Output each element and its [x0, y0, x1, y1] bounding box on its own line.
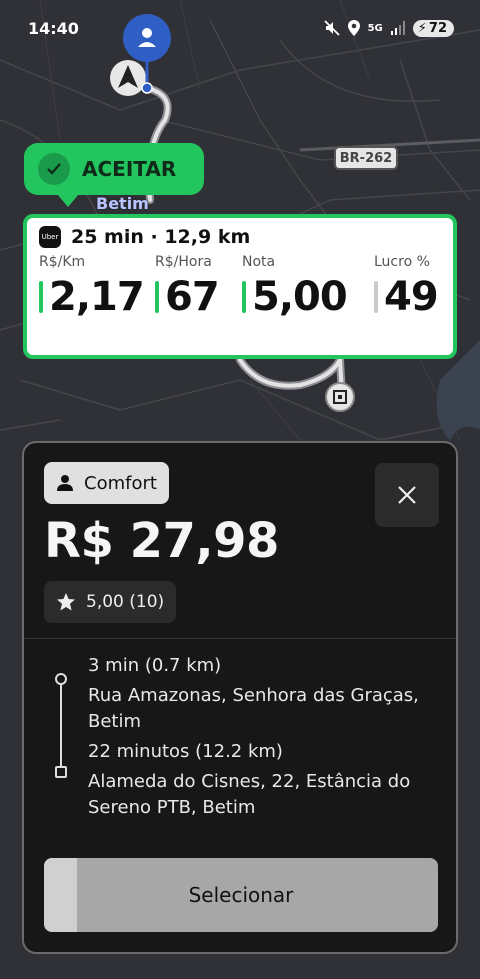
metric-rating: Nota 5,00 — [242, 254, 348, 320]
star-icon — [57, 593, 75, 611]
passenger-rating: 5,00 (10) — [44, 581, 177, 623]
rating-value: 5,00 (10) — [86, 592, 165, 612]
battery-indicator: ⚡ 72 — [412, 19, 454, 37]
destination-marker-icon — [325, 382, 355, 412]
status-time: 14:40 — [28, 18, 79, 38]
select-label: Selecionar — [188, 883, 294, 907]
category-label: Comfort — [84, 472, 157, 494]
uber-logo: Uber — [39, 226, 61, 248]
map-city-label: Betim — [96, 194, 149, 213]
network-type: 5G — [367, 22, 383, 34]
location-icon — [347, 20, 360, 36]
trip-eta: 22 minutos (12.2 km) — [88, 741, 283, 762]
charging-icon: ⚡ — [417, 20, 427, 36]
metric-profit: Lucro % 49 — [374, 254, 439, 320]
check-icon — [38, 153, 70, 185]
pickup-dot-icon — [55, 673, 67, 685]
pickup-address: Rua Amazonas, Senhora das Graças, Betim — [88, 685, 419, 732]
status-bar: 14:40 5G ⚡ 72 — [0, 0, 480, 56]
signal-icon — [390, 21, 405, 35]
ride-offer-sheet: Comfort R$ 27,98 5,00 (10) 3 min (0.7 km… — [22, 441, 458, 954]
metric-per-km: R$/Km 2,17 — [39, 254, 145, 320]
metric-label: R$/Km — [39, 254, 86, 270]
category-chip: Comfort — [44, 462, 169, 504]
divider — [24, 638, 456, 639]
select-countdown-progress — [44, 858, 78, 932]
metric-label: Lucro % — [374, 254, 430, 270]
metric-label: R$/Hora — [155, 254, 212, 270]
ride-summary-text: 25 min · 12,9 km — [71, 226, 251, 248]
route-line — [60, 678, 62, 774]
mute-icon — [323, 20, 340, 36]
close-icon — [398, 486, 416, 504]
metric-value: 49 — [384, 274, 439, 320]
metric-indicator — [39, 281, 43, 313]
pickup-eta: 3 min (0.7 km) — [88, 655, 222, 676]
dropoff-address: Alameda do Cisnes, 22, Estância do Seren… — [88, 771, 411, 818]
metric-label: Nota — [242, 254, 276, 270]
road-badge: BR-262 — [334, 146, 398, 170]
metric-indicator — [155, 281, 159, 313]
metric-value: 5,00 — [252, 274, 348, 320]
ride-summary: Uber 25 min · 12,9 km — [39, 226, 441, 248]
metric-value: 2,17 — [49, 274, 145, 320]
battery-level: 72 — [428, 20, 447, 36]
metric-value: 67 — [165, 274, 220, 320]
select-button[interactable]: Selecionar — [44, 858, 438, 932]
driver-location-icon — [110, 60, 146, 96]
status-icons: 5G ⚡ 72 — [323, 19, 454, 37]
dropoff-square-icon — [55, 766, 67, 778]
ride-price: R$ 27,98 — [44, 513, 279, 569]
accept-label: ACEITAR — [82, 157, 177, 181]
metric-indicator — [374, 281, 378, 313]
ride-metrics-card: Uber 25 min · 12,9 km R$/Km 2,17 R$/Hora… — [23, 214, 457, 359]
accept-button[interactable]: ACEITAR — [24, 143, 204, 207]
metrics-row: R$/Km 2,17 R$/Hora 67 Nota 5,00 Lucro % … — [39, 254, 441, 344]
close-button[interactable] — [375, 463, 439, 527]
person-icon — [57, 475, 73, 491]
metric-indicator — [242, 281, 246, 313]
metric-per-hour: R$/Hora 67 — [155, 254, 220, 320]
